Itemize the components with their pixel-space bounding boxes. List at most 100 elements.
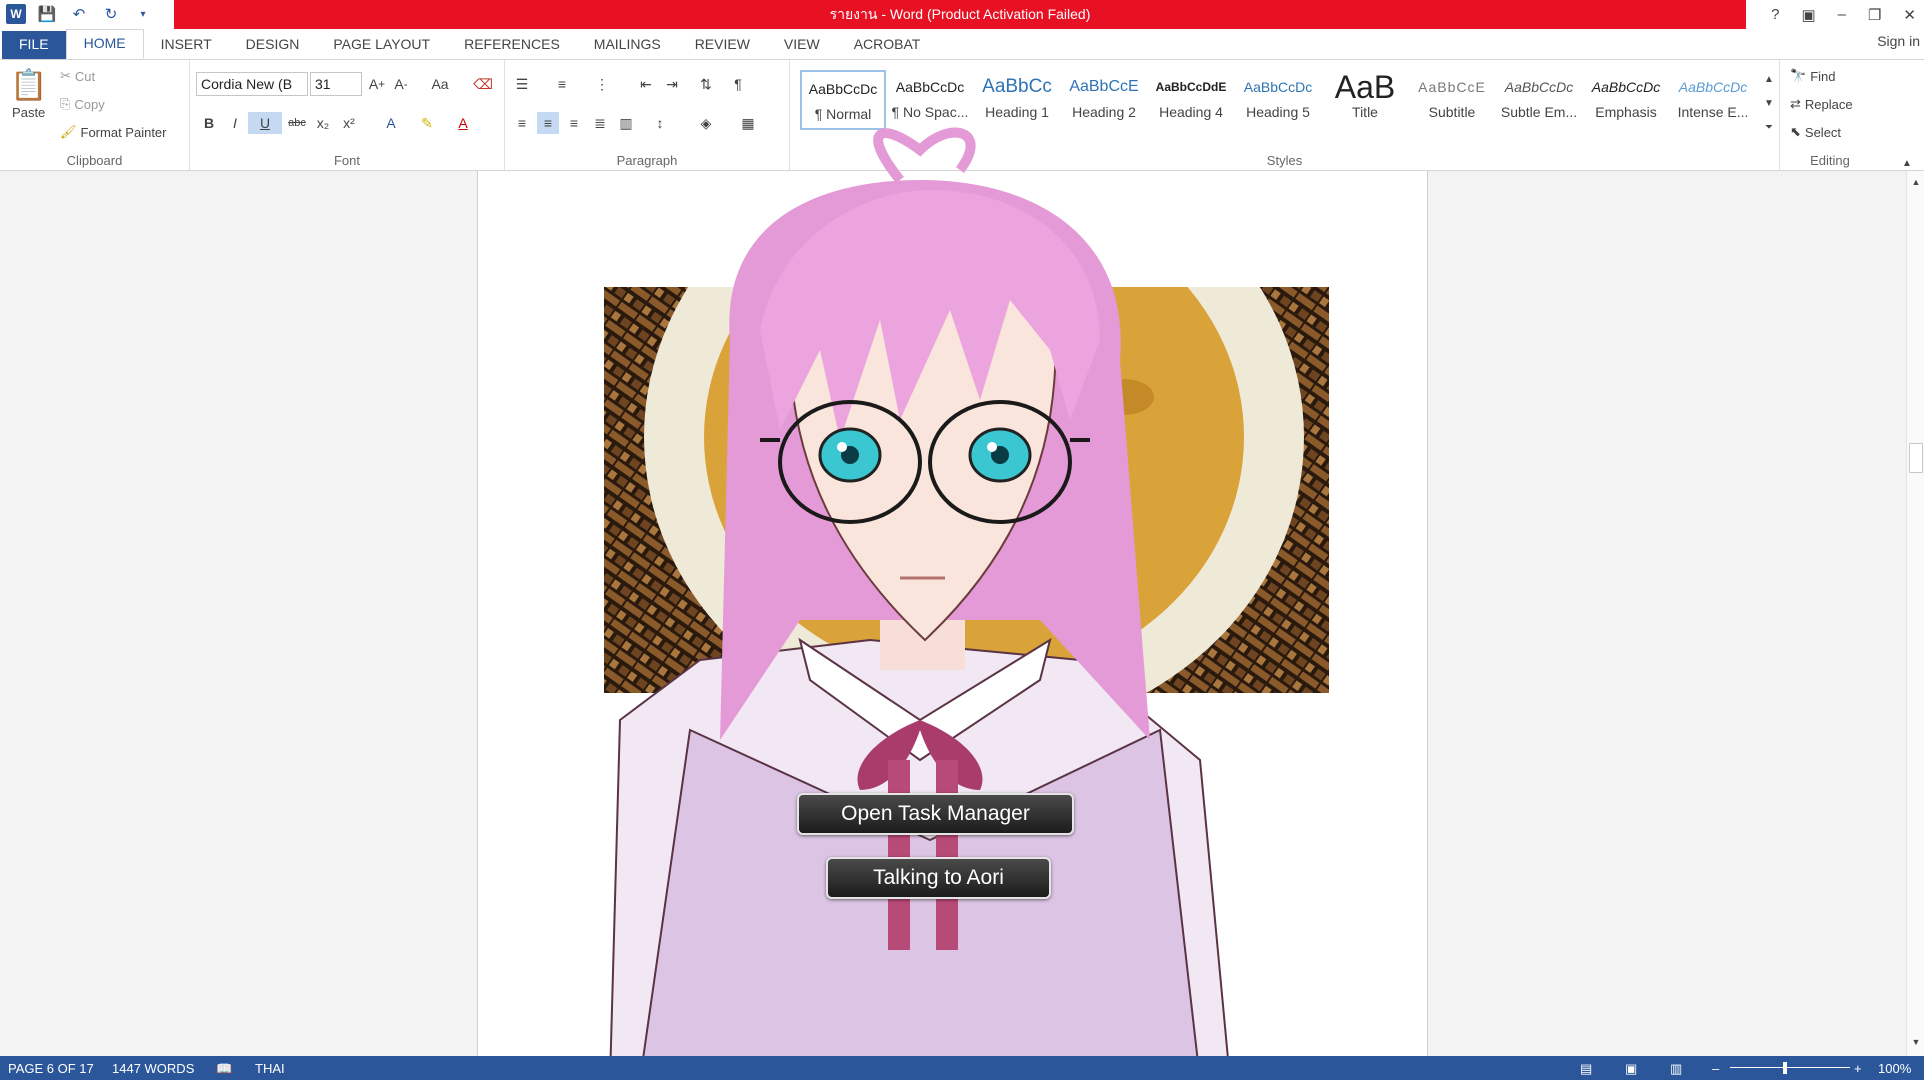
paste-button[interactable]: 📋 Paste bbox=[10, 68, 47, 120]
food-photo bbox=[604, 287, 1329, 693]
align-center-icon[interactable]: ≡ bbox=[537, 112, 559, 134]
word-count[interactable]: 1447 WORDS bbox=[112, 1061, 194, 1076]
style-title[interactable]: AaB Title bbox=[1322, 70, 1408, 130]
help-icon[interactable]: ? bbox=[1771, 6, 1779, 23]
redo-icon[interactable]: ↻ bbox=[100, 3, 122, 25]
highlight-icon[interactable]: ✎ bbox=[416, 112, 438, 134]
change-case-button[interactable]: Aa bbox=[424, 73, 456, 95]
text-effects-icon[interactable]: A bbox=[380, 112, 402, 134]
restore-icon[interactable]: ❐ bbox=[1868, 6, 1881, 24]
style-preview: AaBbCcE bbox=[1069, 78, 1139, 95]
italic-button[interactable]: I bbox=[224, 112, 246, 134]
sort-icon[interactable]: ⇅ bbox=[695, 73, 717, 95]
line-spacing-icon[interactable]: ↕ bbox=[649, 112, 671, 134]
style-heading-4[interactable]: AaBbCcDdE Heading 4 bbox=[1148, 70, 1234, 130]
style-heading-1[interactable]: AaBbCc Heading 1 bbox=[974, 70, 1060, 130]
style-name: ¶ No Spac... bbox=[891, 104, 969, 120]
customize-qat-icon[interactable]: ▾ bbox=[132, 3, 154, 25]
read-mode-icon[interactable]: ▤ bbox=[1580, 1061, 1592, 1077]
language-indicator[interactable]: THAI bbox=[255, 1061, 285, 1076]
zoom-in-icon[interactable]: + bbox=[1854, 1061, 1862, 1076]
superscript-button[interactable]: x² bbox=[338, 112, 360, 134]
style-normal[interactable]: AaBbCcDc ¶ Normal bbox=[800, 70, 886, 130]
style-heading-5[interactable]: AaBbCcDc Heading 5 bbox=[1235, 70, 1321, 130]
font-size-field[interactable]: 31 bbox=[310, 72, 362, 96]
style-name: Heading 4 bbox=[1159, 104, 1223, 120]
zoom-level[interactable]: 100% bbox=[1878, 1061, 1911, 1076]
style-no-spacing[interactable]: AaBbCcDc ¶ No Spac... bbox=[887, 70, 973, 130]
select-button[interactable]: ⬉ Select bbox=[1790, 124, 1841, 140]
print-layout-icon[interactable]: ▣ bbox=[1625, 1061, 1637, 1077]
web-layout-icon[interactable]: ▥ bbox=[1670, 1061, 1682, 1077]
style-subtitle[interactable]: AaBbCcE Subtitle bbox=[1409, 70, 1495, 130]
styles-scroll-up-icon[interactable]: ▲ bbox=[1758, 68, 1780, 90]
tab-design[interactable]: DESIGN bbox=[229, 31, 317, 59]
tab-review[interactable]: REVIEW bbox=[678, 31, 767, 59]
align-left-icon[interactable]: ≡ bbox=[511, 112, 533, 134]
tab-references[interactable]: REFERENCES bbox=[447, 31, 577, 59]
cut-button[interactable]: ✂ Cut bbox=[60, 68, 95, 84]
vertical-scrollbar[interactable]: ▲ ▼ bbox=[1906, 171, 1924, 1056]
format-painter-button[interactable]: 🖌 Format Painter bbox=[60, 124, 167, 140]
strikethrough-button[interactable]: abc bbox=[286, 112, 308, 134]
styles-more-icon[interactable]: ⏷ bbox=[1758, 116, 1780, 138]
subscript-button[interactable]: x₂ bbox=[312, 112, 334, 134]
shrink-font-icon[interactable]: A- bbox=[390, 73, 412, 95]
styles-scroll-down-icon[interactable]: ▼ bbox=[1758, 92, 1780, 114]
status-bar: PAGE 6 OF 17 1447 WORDS 📖 THAI ▤ ▣ ▥ – +… bbox=[0, 1056, 1924, 1080]
minimize-icon[interactable]: – bbox=[1838, 6, 1846, 23]
proofing-icon[interactable]: 📖 bbox=[216, 1061, 232, 1077]
format-painter-label: Format Painter bbox=[80, 124, 167, 140]
replace-button[interactable]: ⇄ Replace bbox=[1790, 96, 1853, 112]
tab-file[interactable]: FILE bbox=[2, 31, 66, 59]
tab-mailings[interactable]: MAILINGS bbox=[577, 31, 678, 59]
multilevel-list-icon[interactable]: ⋮ bbox=[591, 73, 613, 95]
font-name-field[interactable]: Cordia New (B bbox=[196, 72, 308, 96]
style-preview: AaB bbox=[1334, 70, 1396, 104]
page-count[interactable]: PAGE 6 OF 17 bbox=[8, 1061, 94, 1076]
zoom-slider-thumb[interactable] bbox=[1783, 1062, 1787, 1074]
zoom-slider[interactable] bbox=[1730, 1067, 1850, 1068]
borders-icon[interactable]: ▦ bbox=[737, 112, 759, 134]
scroll-thumb[interactable] bbox=[1909, 443, 1923, 473]
numbering-icon[interactable]: ≡ bbox=[551, 73, 573, 95]
style-name: Heading 5 bbox=[1246, 104, 1310, 120]
save-icon[interactable]: 💾 bbox=[36, 3, 58, 25]
font-color-icon[interactable]: A bbox=[452, 112, 474, 134]
talking-to-aori-button[interactable]: Talking to Aori bbox=[826, 857, 1051, 899]
style-heading-2[interactable]: AaBbCcE Heading 2 bbox=[1061, 70, 1147, 130]
tab-insert[interactable]: INSERT bbox=[144, 31, 229, 59]
decrease-indent-icon[interactable]: ⇤ bbox=[635, 73, 657, 95]
justify-icon[interactable]: ≣ bbox=[589, 112, 611, 134]
clear-format-icon[interactable]: ⌫ bbox=[472, 73, 494, 95]
underline-button[interactable]: U bbox=[248, 112, 282, 134]
scroll-down-icon[interactable]: ▼ bbox=[1905, 1031, 1924, 1053]
shading-icon[interactable]: ◈ bbox=[695, 112, 717, 134]
undo-icon[interactable]: ↶ bbox=[68, 3, 90, 25]
style-emphasis[interactable]: AaBbCcDc Emphasis bbox=[1583, 70, 1669, 130]
tab-home[interactable]: HOME bbox=[65, 29, 144, 59]
ribbon: 📋 Paste ✂ Cut ⎘ Copy 🖌 Format Painter Cl… bbox=[0, 59, 1924, 171]
align-right-icon[interactable]: ≡ bbox=[563, 112, 585, 134]
sign-in-link[interactable]: Sign in bbox=[1877, 33, 1920, 49]
zoom-out-icon[interactable]: – bbox=[1712, 1061, 1719, 1076]
copy-button[interactable]: ⎘ Copy bbox=[60, 96, 105, 112]
scroll-up-icon[interactable]: ▲ bbox=[1905, 171, 1924, 193]
bold-button[interactable]: B bbox=[198, 112, 220, 134]
show-marks-button[interactable]: ¶ bbox=[727, 73, 749, 95]
close-icon[interactable]: ✕ bbox=[1903, 6, 1916, 24]
style-preview: AaBbCcDc bbox=[1591, 79, 1661, 95]
style-name: Heading 2 bbox=[1072, 104, 1136, 120]
style-intense-emphasis[interactable]: AaBbCcDc Intense E... bbox=[1670, 70, 1756, 130]
ribbon-display-icon[interactable]: ▣ bbox=[1801, 6, 1815, 24]
find-button[interactable]: 🔭 Find bbox=[1790, 68, 1835, 84]
tab-page-layout[interactable]: PAGE LAYOUT bbox=[316, 31, 447, 59]
increase-indent-icon[interactable]: ⇥ bbox=[661, 73, 683, 95]
thai-distributed-icon[interactable]: ▥ bbox=[615, 112, 637, 134]
grow-font-icon[interactable]: A + bbox=[366, 73, 388, 95]
style-subtle-emphasis[interactable]: AaBbCcDc Subtle Em... bbox=[1496, 70, 1582, 130]
tab-view[interactable]: VIEW bbox=[767, 31, 837, 59]
tab-acrobat[interactable]: ACROBAT bbox=[837, 31, 938, 59]
bullets-icon[interactable]: ☰ bbox=[511, 73, 533, 95]
open-task-manager-button[interactable]: Open Task Manager bbox=[797, 793, 1074, 835]
